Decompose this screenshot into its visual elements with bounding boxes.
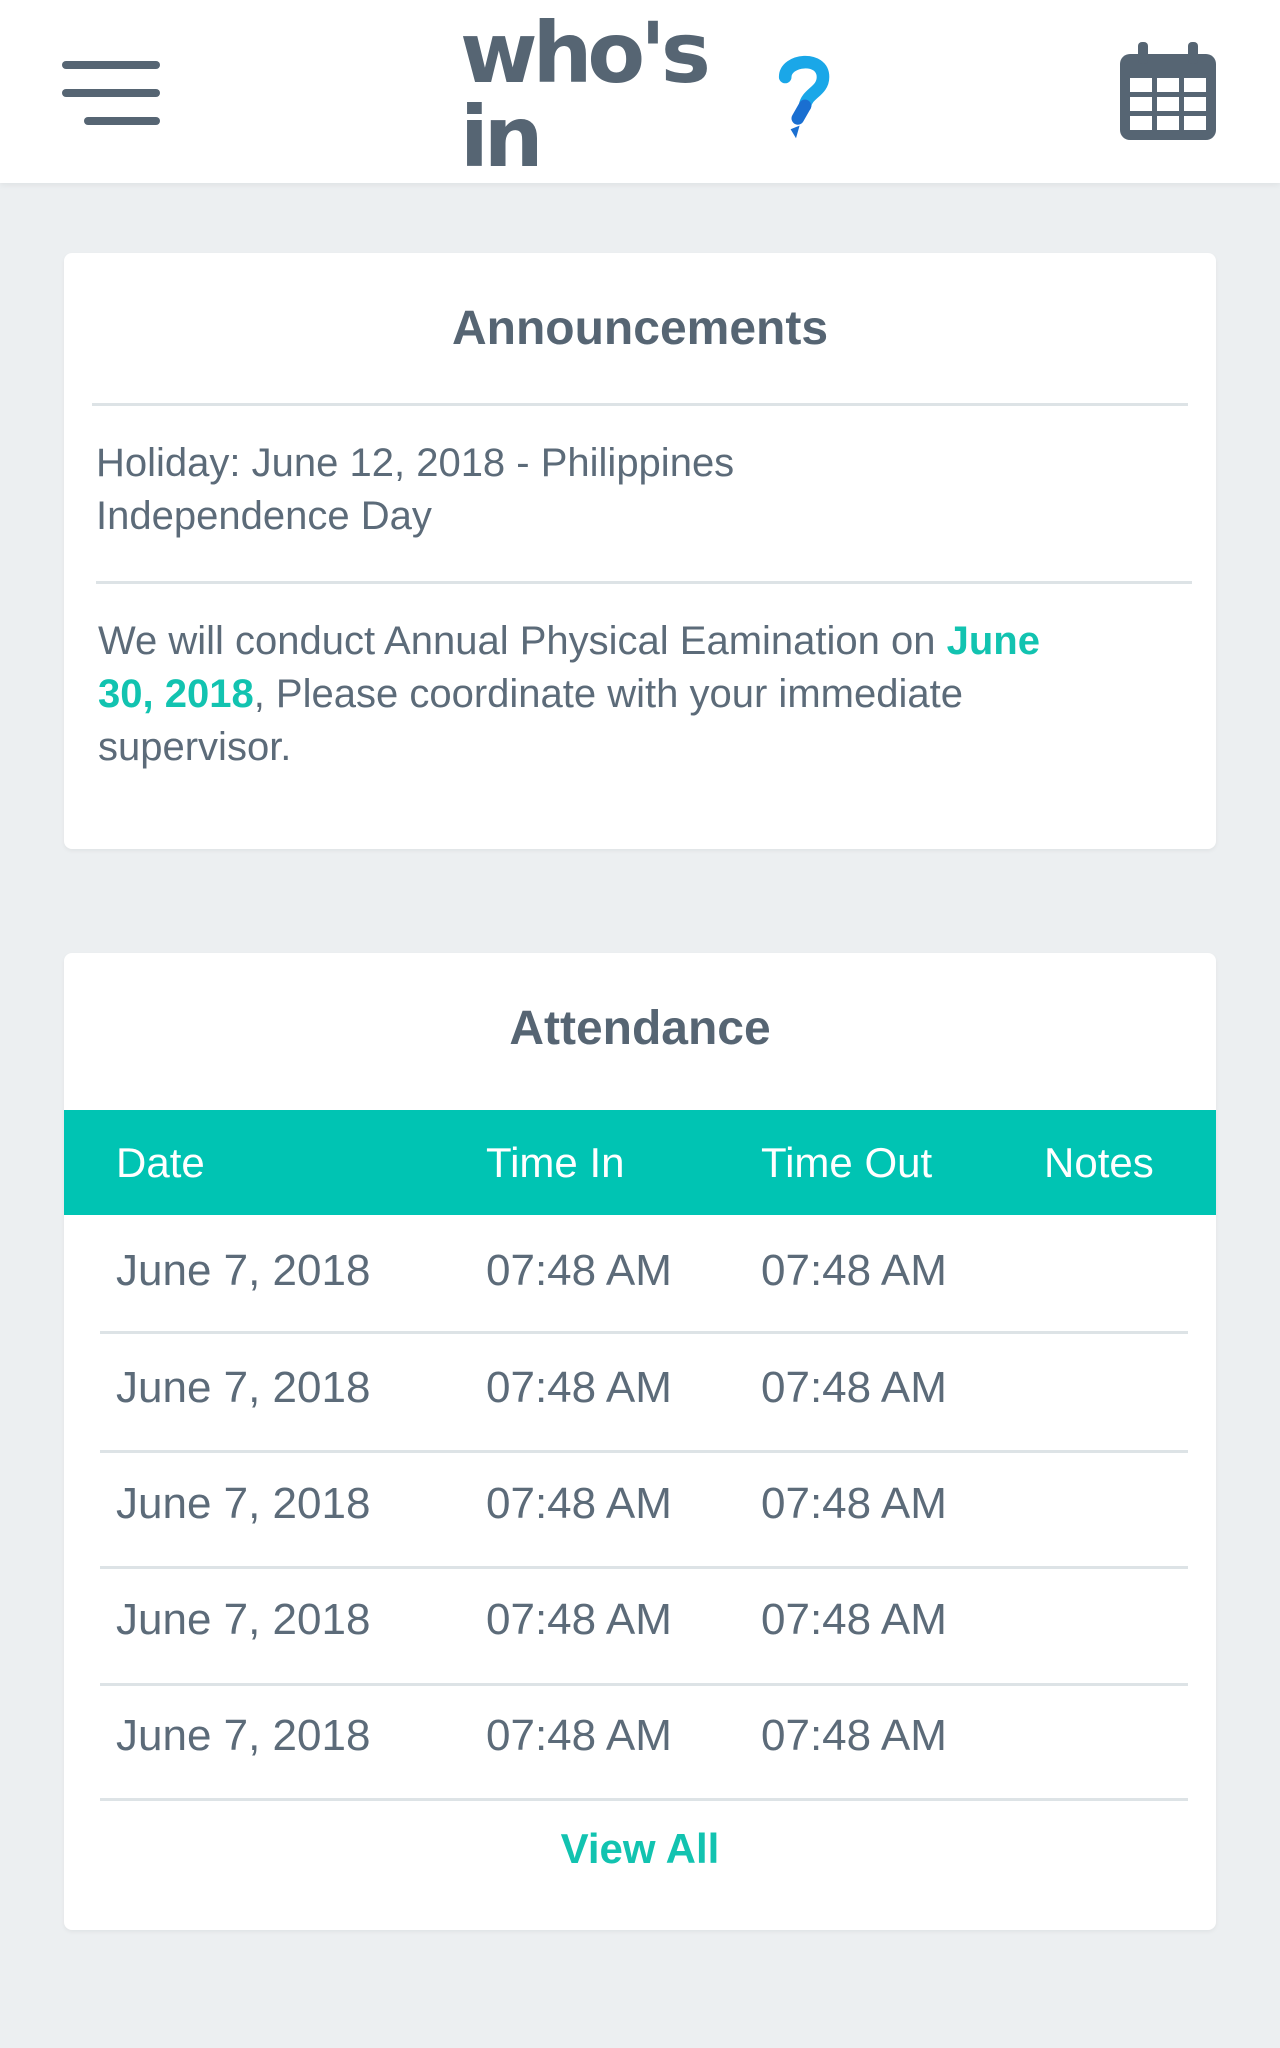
- attendance-table-header: Date Time In Time Out Notes: [64, 1110, 1216, 1215]
- calendar-icon-graphic: [1120, 42, 1216, 140]
- logo-text: who's in: [460, 4, 711, 186]
- announcement-text: supervisor.: [98, 725, 292, 769]
- cell-date: June 7, 2018: [116, 1363, 371, 1412]
- cell-time-in: 07:48 AM: [486, 1711, 672, 1760]
- announcement-item: We will conduct Annual Physical Eaminati…: [98, 615, 1188, 774]
- table-row[interactable]: June 7, 2018 07:48 AM 07:48 AM: [64, 1564, 1216, 1676]
- cell-time-out: 07:48 AM: [761, 1595, 947, 1644]
- cell-date: June 7, 2018: [116, 1246, 371, 1295]
- menu-line: [84, 117, 160, 125]
- table-row[interactable]: June 7, 2018 07:48 AM 07:48 AM: [64, 1680, 1216, 1792]
- cell-time-in: 07:48 AM: [486, 1479, 672, 1528]
- announcements-title: Announcements: [451, 302, 829, 355]
- column-header-notes[interactable]: Notes: [1044, 1110, 1154, 1215]
- column-header-time-in[interactable]: Time In: [486, 1110, 624, 1215]
- cell-time-out: 07:48 AM: [761, 1246, 947, 1295]
- cell-time-in: 07:48 AM: [486, 1246, 672, 1295]
- announcement-text: Independence Day: [96, 494, 432, 538]
- divider: [96, 581, 1192, 584]
- menu-line: [62, 61, 160, 69]
- cell-time-out: 07:48 AM: [761, 1363, 947, 1412]
- logo-question-mark-icon: [778, 55, 830, 139]
- calendar-icon[interactable]: [1118, 42, 1218, 142]
- table-row[interactable]: June 7, 2018 07:48 AM 07:48 AM: [64, 1332, 1216, 1444]
- hamburger-menu-icon[interactable]: [62, 58, 162, 128]
- announcements-card: Announcements Holiday: June 12, 2018 - P…: [64, 253, 1216, 849]
- cell-date: June 7, 2018: [116, 1711, 371, 1760]
- cell-time-in: 07:48 AM: [486, 1363, 672, 1412]
- column-header-time-out[interactable]: Time Out: [761, 1110, 932, 1215]
- announcement-date-highlight: June: [946, 619, 1040, 663]
- cell-time-out: 07:48 AM: [761, 1479, 947, 1528]
- announcement-item: Holiday: June 12, 2018 - Philippines Ind…: [96, 437, 734, 543]
- top-app-bar: who's in: [0, 0, 1280, 183]
- cell-time-out: 07:48 AM: [761, 1711, 947, 1760]
- table-row[interactable]: June 7, 2018 07:48 AM 07:48 AM: [64, 1448, 1216, 1560]
- menu-line: [62, 89, 160, 97]
- attendance-title: Attendance: [509, 1002, 771, 1055]
- column-header-date[interactable]: Date: [116, 1110, 205, 1215]
- cell-time-in: 07:48 AM: [486, 1595, 672, 1644]
- attendance-card: Attendance Date Time In Time Out Notes J…: [64, 953, 1216, 1930]
- view-all-link[interactable]: View All: [64, 1825, 1216, 1873]
- announcement-date-highlight: 30, 2018: [98, 672, 254, 716]
- announcement-text: We will conduct Annual Physical Eaminati…: [98, 619, 947, 663]
- whos-in-logo: who's in: [460, 11, 830, 179]
- row-divider: [100, 1798, 1188, 1801]
- announcement-text: , Please coordinate with your immediate: [253, 672, 963, 716]
- cell-date: June 7, 2018: [116, 1595, 371, 1644]
- table-row[interactable]: June 7, 2018 07:48 AM 07:48 AM: [64, 1215, 1216, 1327]
- cell-date: June 7, 2018: [116, 1479, 371, 1528]
- divider: [92, 403, 1188, 406]
- announcement-text: Holiday: June 12, 2018 - Philippines: [96, 441, 735, 485]
